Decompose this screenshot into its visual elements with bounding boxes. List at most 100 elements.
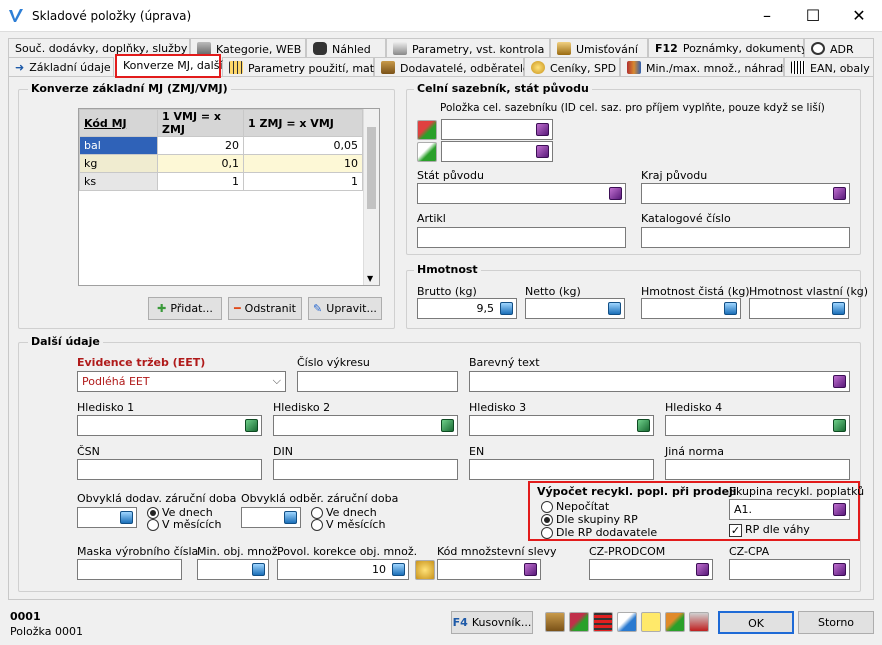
drawing-field[interactable] [297,371,458,392]
boxes-icon[interactable] [545,612,565,632]
cell-value[interactable]: 0,05 [243,136,363,155]
customer-days-radio[interactable] [311,507,323,519]
tab-pricelists[interactable]: Ceníky, SPD [524,57,620,77]
list-icon[interactable] [593,612,613,632]
book-icon[interactable] [536,145,549,158]
din-field[interactable] [273,459,458,480]
aspect3-field[interactable] [469,415,654,436]
article-field[interactable] [417,227,626,248]
customer-months-radio[interactable] [311,519,323,531]
correction-field[interactable]: 10 [277,559,409,580]
tab-placement[interactable]: Umisťování [550,38,648,58]
pure-weight-field[interactable] [641,298,741,319]
minimize-button[interactable]: – [744,0,790,32]
calculator-icon[interactable] [608,302,621,315]
coins-icon[interactable] [415,560,435,580]
customs-item-id-field[interactable] [441,141,553,162]
calculator-icon[interactable] [284,511,297,524]
book-icon[interactable] [833,375,846,388]
country-field[interactable] [417,183,626,204]
book-icon[interactable] [609,187,622,200]
customs-check-icon[interactable] [417,142,437,162]
column-header-vmj[interactable]: 1 VMJ = x ZMJ [157,109,244,137]
book-icon[interactable] [833,503,846,516]
cell-code[interactable]: kg [79,154,158,173]
cell-value[interactable]: 1 [243,172,363,191]
tab-suppliers[interactable]: Dodavatelé, odběratelé [374,57,530,77]
calculator-icon[interactable] [120,511,133,524]
aspect2-field[interactable] [273,415,458,436]
tab-conversion[interactable]: Konverze MJ, další [115,54,223,78]
discount-field[interactable] [437,559,541,580]
by-weight-checkbox[interactable]: ✓ [729,524,742,537]
prodcom-field[interactable] [589,559,713,580]
tab-parameters[interactable]: Parametry, vst. kontrola [386,38,550,58]
gross-field[interactable]: 9,5 [417,298,517,319]
book-icon[interactable] [524,563,537,576]
region-field[interactable] [641,183,850,204]
book-icon[interactable] [696,563,709,576]
edit-button[interactable]: ✎ Upravit... [308,297,382,320]
en-field[interactable] [469,459,654,480]
book-icon[interactable] [833,563,846,576]
stock-icon[interactable] [569,612,589,632]
cell-value[interactable]: 1 [157,172,244,191]
ok-button[interactable]: OK [718,611,794,634]
aspect1-field[interactable] [77,415,262,436]
cell-value[interactable]: 0,1 [157,154,244,173]
calculator-icon[interactable] [500,302,513,315]
recycle-none-radio[interactable] [541,501,553,513]
tab-notes[interactable]: F12 Poznámky, dokumenty [648,38,807,58]
supply-months-radio[interactable] [147,519,159,531]
grid-scrollbar[interactable]: ▼ [363,109,379,285]
tab-ean[interactable]: EAN, obaly [784,57,874,77]
column-header-zmj[interactable]: 1 ZMJ = x VMJ [243,109,363,137]
transfer-icon[interactable] [665,612,685,632]
tab-preview[interactable]: Náhled [306,38,386,58]
calculator-icon[interactable] [724,302,737,315]
calculator-icon[interactable] [252,563,265,576]
column-header-code[interactable]: Kód MJ [79,109,158,137]
add-button[interactable]: ✚ Přidat... [148,297,222,320]
own-weight-field[interactable] [749,298,849,319]
eet-select[interactable]: Podléhá EET ⌵ [77,371,286,392]
supply-days-radio[interactable] [147,507,159,519]
table-row[interactable]: ks 1 1 [79,172,363,191]
document-icon[interactable] [617,612,637,632]
book-icon[interactable] [833,187,846,200]
table-row[interactable]: bal 20 0,05 [79,136,363,155]
conversion-grid[interactable]: Kód MJ 1 VMJ = x ZMJ 1 ZMJ = x VMJ bal 2… [78,108,380,286]
remove-button[interactable]: ━ Odstranit [228,297,302,320]
other-norm-field[interactable] [665,459,850,480]
tab-usage-params[interactable]: Parametry použití, matice [222,57,390,77]
recycle-supplier-radio[interactable] [541,527,553,539]
bom-button[interactable]: F4 Kusovník... [451,611,533,634]
catalog-field[interactable] [641,227,850,248]
customer-warranty-field[interactable] [241,507,301,528]
book-icon[interactable] [637,419,650,432]
tab-adr[interactable]: ADR [804,38,874,58]
mask-field[interactable] [77,559,182,580]
customs-add-icon[interactable] [417,120,437,140]
book-icon[interactable] [536,123,549,136]
supply-warranty-field[interactable] [77,507,137,528]
csn-field[interactable] [77,459,262,480]
calculator-icon[interactable] [832,302,845,315]
book-icon[interactable] [833,419,846,432]
recycle-group-radio[interactable] [541,514,553,526]
book-icon[interactable] [245,419,258,432]
cell-value[interactable]: 20 [157,136,244,155]
cell-code[interactable]: bal [79,136,158,155]
aspect4-field[interactable] [665,415,850,436]
maximize-button[interactable]: ☐ [790,0,836,32]
customs-item-field[interactable] [441,119,553,140]
chevron-down-icon[interactable]: ⌵ [273,374,281,388]
net-field[interactable] [525,298,625,319]
coins-stack-icon[interactable] [689,612,709,632]
chevron-down-icon[interactable]: ▼ [367,274,373,283]
book-icon[interactable] [441,419,454,432]
calculator-icon[interactable] [392,563,405,576]
cell-value[interactable]: 10 [243,154,363,173]
close-button[interactable]: ✕ [836,0,882,32]
scroll-thumb[interactable] [367,127,376,209]
